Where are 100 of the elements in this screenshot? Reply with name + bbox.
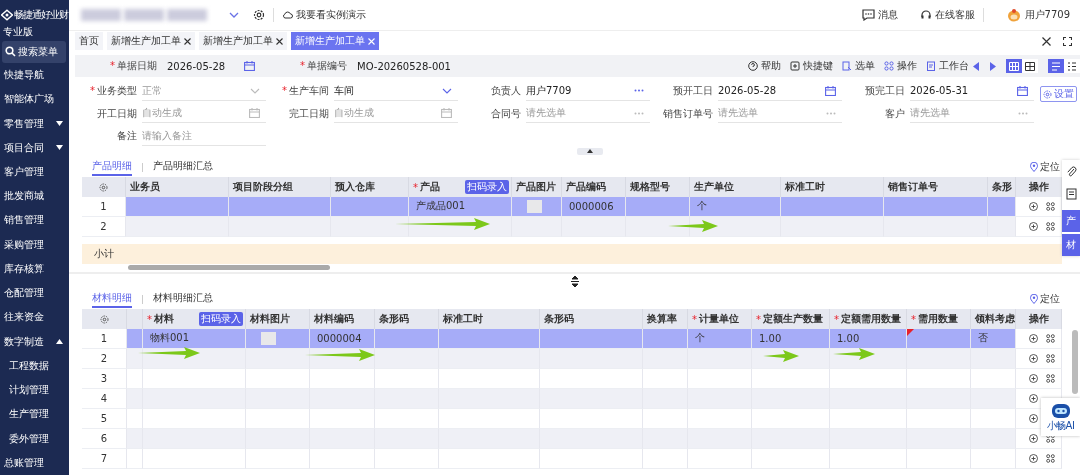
add-icon[interactable] — [1029, 393, 1038, 403]
more-icon[interactable] — [634, 89, 644, 93]
nav-item[interactable]: 项目合同 — [0, 135, 69, 160]
add-icon[interactable] — [1029, 373, 1038, 383]
section-tab[interactable]: 材料明细汇总 — [153, 290, 213, 308]
help-icon — [748, 61, 758, 71]
table-cell — [375, 428, 439, 449]
view-toggle[interactable] — [1048, 59, 1064, 73]
side-tab[interactable]: 产 — [1062, 210, 1080, 232]
nav-item[interactable]: 客户管理 — [0, 159, 69, 185]
image-thumbnail[interactable] — [261, 331, 276, 345]
column-header: * 计量单位 — [688, 308, 752, 330]
date-field[interactable]: 2026-05-28 — [718, 81, 842, 101]
scan-entry-button[interactable]: 扫码录入 — [199, 311, 243, 326]
nav-item[interactable]: 库存核算 — [0, 256, 69, 282]
add-icon[interactable] — [1029, 201, 1038, 211]
toolbar-button[interactable]: 帮助 — [748, 59, 781, 73]
nav-subitem[interactable]: 委外管理 — [0, 426, 69, 451]
settings-icon[interactable] — [253, 9, 265, 21]
column-header: 条形 — [988, 176, 1016, 198]
page-tab[interactable]: 新增生产加工单 — [199, 32, 287, 50]
picker-field[interactable]: 用户7709 — [526, 81, 650, 101]
nav-subitem[interactable]: 生产管理 — [0, 402, 69, 427]
add-icon[interactable] — [1029, 353, 1038, 363]
nav-item[interactable]: 采购管理 — [0, 232, 69, 257]
grid-icon[interactable] — [1046, 373, 1055, 383]
column-header: * 材料 扫码录入 — [143, 308, 246, 330]
robot-icon — [1049, 401, 1072, 419]
collapse-button[interactable] — [576, 147, 603, 155]
resize-handle-icon[interactable] — [570, 276, 579, 287]
grid-icon[interactable] — [1046, 201, 1055, 211]
demo-link[interactable]: 我要看实例演示 — [282, 8, 366, 22]
text-field[interactable]: MO-20260528-001 — [357, 60, 451, 72]
calendar-icon[interactable] — [825, 85, 836, 96]
nav-item[interactable]: 快捷导航 — [0, 62, 69, 88]
caret-icon — [56, 145, 63, 151]
calendar-icon[interactable] — [1017, 85, 1028, 96]
scrollbar[interactable] — [1072, 330, 1078, 394]
add-icon[interactable] — [1029, 453, 1038, 463]
column-header: 销售订单号 — [884, 176, 988, 198]
paperclip-icon[interactable] — [1065, 166, 1077, 178]
calendar-icon[interactable] — [244, 61, 255, 71]
select-field[interactable]: 车间 — [334, 81, 458, 101]
layout-toggle[interactable] — [1006, 59, 1022, 73]
nav-item[interactable]: 智能体广场 — [0, 87, 69, 112]
dropdown-caret-icon[interactable] — [229, 12, 239, 18]
search-menu-button[interactable]: 搜索菜单 — [2, 41, 66, 63]
nav-subitem[interactable]: 计划管理 — [0, 378, 69, 403]
date-field[interactable]: 2026-05-31 — [910, 81, 1034, 101]
locate-button[interactable]: 定位 — [1030, 160, 1060, 174]
settings-button[interactable]: 设置 — [1040, 86, 1077, 102]
ai-assistant-button[interactable]: 小畅AI — [1041, 398, 1080, 436]
date-field[interactable]: 2026-05-28 — [167, 60, 255, 72]
nav-item[interactable]: 数字制造 — [0, 329, 69, 354]
nav-item[interactable]: 仓配管理 — [0, 281, 69, 306]
page-tab[interactable]: 首页 — [75, 32, 103, 50]
image-thumbnail[interactable] — [527, 199, 542, 213]
toolbar-button[interactable]: 选单 — [842, 59, 875, 73]
page-tab[interactable]: 新增生产加工单 — [291, 32, 379, 50]
side-tab[interactable]: 材 — [1062, 234, 1080, 256]
support-button[interactable]: 在线客服 — [919, 8, 975, 22]
section-tab[interactable]: 产品明细汇总 — [153, 158, 213, 176]
search-icon — [5, 46, 16, 58]
grid-icon[interactable] — [1046, 453, 1055, 463]
toolbar-button[interactable]: 快捷键 — [790, 59, 833, 73]
messages-button[interactable]: 消息 — [861, 8, 898, 22]
fullscreen-icon[interactable] — [1063, 36, 1072, 46]
nav-item[interactable]: 批发商城 — [0, 184, 69, 209]
add-icon[interactable] — [1029, 333, 1038, 343]
toolbar-button[interactable]: 工作台 — [926, 59, 969, 73]
add-icon[interactable] — [1029, 413, 1038, 423]
nav-item[interactable]: 销售管理 — [0, 208, 69, 233]
scrollbar[interactable] — [128, 265, 330, 270]
nav-subitem[interactable]: 工程数据 — [0, 353, 69, 378]
field-label: * 业务类型 — [89, 84, 138, 99]
close-icon[interactable] — [1042, 36, 1051, 46]
close-icon[interactable] — [276, 37, 283, 45]
grid-icon[interactable] — [1046, 221, 1055, 231]
table-cell — [375, 388, 439, 409]
grid-icon[interactable] — [1046, 353, 1055, 363]
page-tab[interactable]: 新增生产加工单 — [107, 32, 195, 50]
locate-button[interactable]: 定位 — [1030, 292, 1060, 306]
add-icon[interactable] — [1029, 221, 1038, 231]
close-icon[interactable] — [184, 37, 191, 45]
nav-item[interactable]: 往来资金 — [0, 305, 69, 330]
toolbar-button[interactable]: 操作 — [884, 59, 917, 73]
grid-icon[interactable] — [1046, 333, 1055, 343]
nav-item[interactable]: 总账管理 — [0, 450, 69, 475]
column-header: 产品编码 — [562, 176, 626, 198]
table-cell — [310, 408, 375, 429]
grid-icon[interactable] — [1046, 433, 1055, 443]
scan-entry-button[interactable]: 扫码录入 — [465, 179, 509, 194]
nav-item[interactable]: 零售管理 — [0, 111, 69, 136]
previous-icon[interactable] — [973, 61, 980, 71]
table-cell — [643, 368, 688, 389]
draft-icon[interactable] — [1065, 188, 1077, 200]
user-menu[interactable]: 用户7709 — [1005, 8, 1070, 22]
add-icon[interactable] — [1029, 433, 1038, 443]
layout-toggle[interactable] — [1022, 59, 1038, 73]
next-icon[interactable] — [989, 61, 996, 71]
